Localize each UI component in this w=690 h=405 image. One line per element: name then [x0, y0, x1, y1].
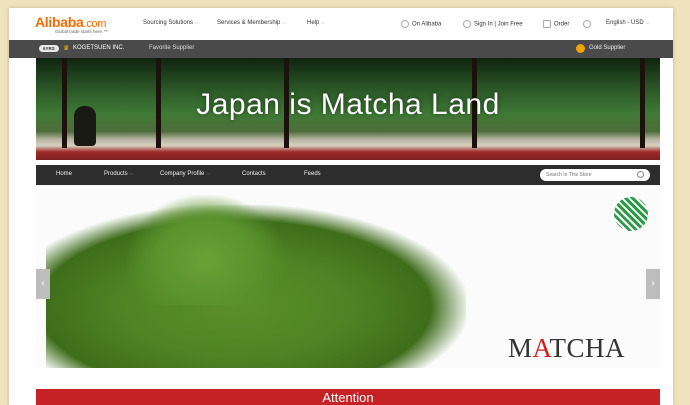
store-nav-products[interactable]: Products ⌵	[104, 171, 133, 177]
chevron-down-icon: ⌵	[195, 20, 199, 26]
gold-supplier-badge[interactable]: Gold Supplier	[589, 45, 625, 51]
store-page: Alibaba.com Global trade starts here.™ S…	[9, 8, 673, 405]
account-links: Sign In | Join Free	[463, 20, 523, 28]
chevron-down-icon: ⌵	[129, 171, 134, 177]
globe-icon	[401, 20, 409, 28]
on-alibaba-link[interactable]: On Alibaba	[401, 20, 441, 28]
matcha-brand-text: MATCHA	[508, 333, 626, 363]
sign-in-link[interactable]: Sign In	[474, 22, 493, 28]
user-icon	[463, 20, 471, 28]
search-icon[interactable]	[637, 171, 644, 178]
chevron-down-icon: ⌵	[321, 20, 326, 26]
matcha-powder-highlight	[126, 195, 286, 305]
store-nav-contacts[interactable]: Contacts	[242, 171, 266, 177]
leaf-logo-icon	[614, 197, 648, 231]
banner-title: Japan is Matcha Land	[196, 88, 500, 121]
store-nav: Home Products ⌵ Company Profile ⌵ Contacts…	[36, 165, 660, 185]
store-search-input[interactable]	[540, 169, 650, 181]
crown-icon: ♛	[63, 45, 70, 52]
store-name-link[interactable]: KOGETSUEN INC.	[73, 45, 124, 51]
store-nav-home[interactable]: Home	[56, 171, 72, 177]
language-currency-selector[interactable]: English - USD ⌵	[606, 20, 649, 26]
chevron-down-icon: ⌵	[645, 20, 650, 26]
favorite-supplier-button[interactable]: Favorite Supplier	[149, 45, 194, 51]
nav-sourcing-solutions[interactable]: Sourcing Solutions ⌵	[143, 20, 199, 26]
chevron-down-icon: ⌵	[282, 20, 287, 26]
gold-supplier-icon	[576, 44, 585, 53]
hero-carousel: MATCHA ‹ ›	[36, 185, 660, 368]
store-nav-feeds[interactable]: Feeds	[304, 171, 321, 177]
order-icon	[543, 20, 551, 28]
carousel-next-button[interactable]: ›	[646, 269, 660, 299]
attention-heading: Attention	[36, 389, 660, 405]
store-banner: Japan is Matcha Land	[36, 58, 660, 160]
carousel-prev-button[interactable]: ‹	[36, 269, 50, 299]
nav-help[interactable]: Help ⌵	[307, 20, 325, 26]
logo-tagline: Global trade starts here.™	[55, 29, 108, 34]
favorites-icon[interactable]	[583, 20, 594, 28]
store-nav-company-profile[interactable]: Company Profile ⌵	[160, 171, 210, 177]
nav-services-membership[interactable]: Services & Membership ⌵	[217, 20, 286, 26]
global-header: Alibaba.com Global trade starts here.™ S…	[9, 8, 673, 40]
order-link[interactable]: Order	[543, 20, 569, 28]
alibaba-logo[interactable]: Alibaba.com Global trade starts here.™	[35, 14, 139, 36]
logo-wordmark: Alibaba.com	[35, 14, 107, 30]
chevron-down-icon: ⌵	[206, 171, 211, 177]
store-bar: 6YRS ♛ KOGETSUEN INC. Favorite Supplier …	[9, 40, 673, 58]
join-free-link[interactable]: Join Free	[498, 22, 523, 28]
years-badge: 6YRS	[39, 45, 59, 52]
